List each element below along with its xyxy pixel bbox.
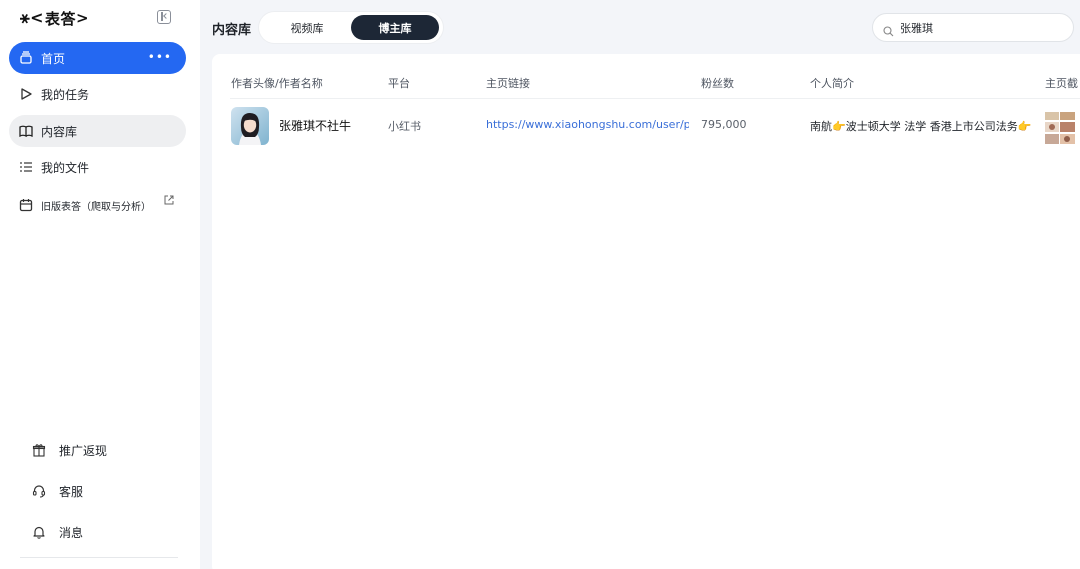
tab-video-library[interactable]: 视频库	[263, 15, 351, 40]
logo-mark: ⚹<	[20, 8, 45, 27]
sidebar-item-label: 推广返现	[59, 443, 108, 458]
book-icon	[19, 124, 33, 138]
sidebar-item-files[interactable]: 我的文件	[9, 151, 186, 183]
search-input[interactable]	[900, 21, 1060, 34]
sidebar-item-label: 首页	[41, 51, 66, 66]
external-link-icon	[164, 195, 174, 205]
library-tab-switcher: 视频库 博主库	[259, 12, 443, 43]
sidebar-divider	[20, 557, 178, 558]
app-logo[interactable]: ⚹< 表答 >	[20, 8, 89, 28]
sidebar-item-home[interactable]: 首页 •••	[9, 42, 186, 74]
sidebar-item-content-library[interactable]: 内容库	[9, 115, 186, 147]
sidebar-item-legacy[interactable]: 旧版表答（爬取与分析）	[9, 189, 186, 221]
collapse-sidebar-icon[interactable]	[157, 10, 171, 24]
calendar-icon	[19, 198, 33, 212]
more-icon[interactable]: •••	[148, 50, 172, 64]
sidebar-item-support[interactable]: 客服	[32, 481, 83, 501]
sidebar-item-label: 我的任务	[41, 87, 90, 102]
page-title: 内容库	[212, 23, 252, 38]
search-box[interactable]	[872, 13, 1074, 42]
sidebar-item-label: 我的文件	[41, 160, 90, 175]
home-icon	[19, 51, 33, 65]
column-header-homepage-screenshot: 主页截	[1045, 77, 1078, 90]
author-name[interactable]: 张雅琪不社牛	[279, 117, 351, 134]
sidebar-item-label: 内容库	[41, 124, 78, 139]
gift-icon	[32, 443, 46, 457]
column-header-author: 作者头像/作者名称	[231, 77, 323, 90]
avatar[interactable]	[231, 107, 269, 145]
column-header-bio: 个人简介	[810, 77, 854, 90]
header-divider	[230, 98, 1080, 99]
sidebar-item-messages[interactable]: 消息	[32, 522, 83, 542]
platform-cell: 小红书	[388, 120, 421, 133]
homepage-screenshot-thumbnail[interactable]	[1045, 112, 1075, 144]
blogger-table: 作者头像/作者名称 平台 主页链接 粉丝数 个人简介 主页截 张雅琪不社牛 小红…	[212, 54, 1080, 569]
logo-suffix: >	[76, 9, 90, 27]
headset-icon	[32, 484, 46, 498]
homepage-link[interactable]: https://www.xiaohongshu.com/user/profile	[486, 118, 689, 131]
bio-cell: 南航👉波士顿大学 法学 香港上市公司法务👉	[810, 120, 1032, 133]
sidebar-item-referral[interactable]: 推广返现	[32, 440, 107, 460]
sidebar-item-label: 消息	[59, 525, 84, 540]
bell-icon	[32, 525, 46, 539]
followers-cell: 795,000	[701, 118, 747, 131]
logo-text: 表答	[45, 9, 77, 28]
sidebar-item-label: 客服	[59, 484, 84, 499]
sidebar-item-label: 旧版表答（爬取与分析）	[41, 201, 151, 213]
sidebar-item-tasks[interactable]: 我的任务	[9, 78, 186, 110]
column-header-homepage-url: 主页链接	[486, 77, 530, 90]
tab-blogger-library[interactable]: 博主库	[351, 15, 439, 40]
list-icon	[19, 160, 33, 174]
column-header-platform: 平台	[388, 77, 410, 90]
play-icon	[19, 87, 33, 101]
sidebar: ⚹< 表答 > 首页 ••• 我的任务 内容库 我的文件 旧版表答（爬取与分析）	[0, 0, 200, 569]
search-icon	[883, 22, 894, 37]
column-header-followers: 粉丝数	[701, 77, 734, 90]
